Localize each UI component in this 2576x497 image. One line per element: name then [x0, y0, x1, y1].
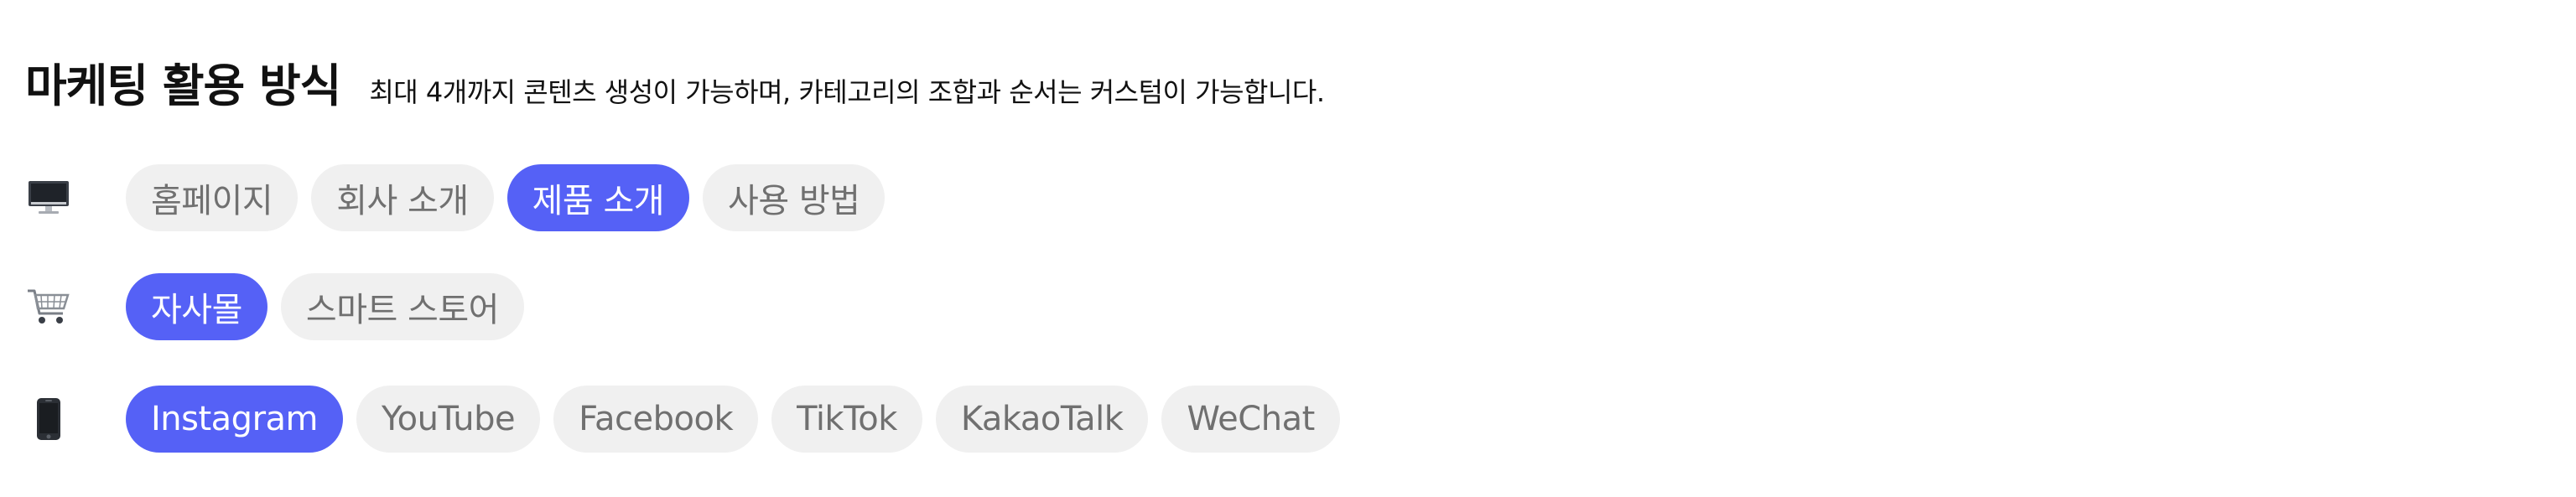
mobile-phone-icon [25, 396, 72, 443]
chip-group-web: 홈페이지 회사 소개 제품 소개 사용 방법 [126, 164, 886, 231]
chip-wechat[interactable]: WeChat [1161, 386, 1340, 453]
shopping-cart-icon [25, 283, 72, 330]
chip-smart-store[interactable]: 스마트 스토어 [280, 273, 524, 340]
chip-homepage[interactable]: 홈페이지 [126, 164, 299, 231]
page-subtitle: 최대 4개까지 콘텐츠 생성이 가능하며, 카테고리의 조합과 순서는 커스텀이… [369, 76, 1325, 108]
chip-tiktok[interactable]: TikTok [771, 386, 922, 453]
chip-facebook[interactable]: Facebook [553, 386, 759, 453]
chip-own-mall[interactable]: 자사몰 [126, 273, 267, 340]
desktop-computer-icon [25, 174, 72, 221]
chip-kakaotalk[interactable]: KakaoTalk [935, 386, 1149, 453]
chip-group-commerce: 자사몰 스마트 스토어 [126, 273, 524, 340]
chip-company-intro[interactable]: 회사 소개 [311, 164, 494, 231]
chip-instagram[interactable]: Instagram [126, 386, 343, 453]
page-title: 마케팅 활용 방식 [25, 60, 341, 112]
chip-how-to-use[interactable]: 사용 방법 [703, 164, 886, 231]
section-header: 마케팅 활용 방식 최대 4개까지 콘텐츠 생성이 가능하며, 카테고리의 조합… [25, 49, 1325, 115]
chip-youtube[interactable]: YouTube [356, 386, 541, 453]
chip-group-social: Instagram YouTube Facebook TikTok KakaoT… [126, 386, 1340, 453]
chip-product-intro[interactable]: 제품 소개 [506, 164, 690, 231]
